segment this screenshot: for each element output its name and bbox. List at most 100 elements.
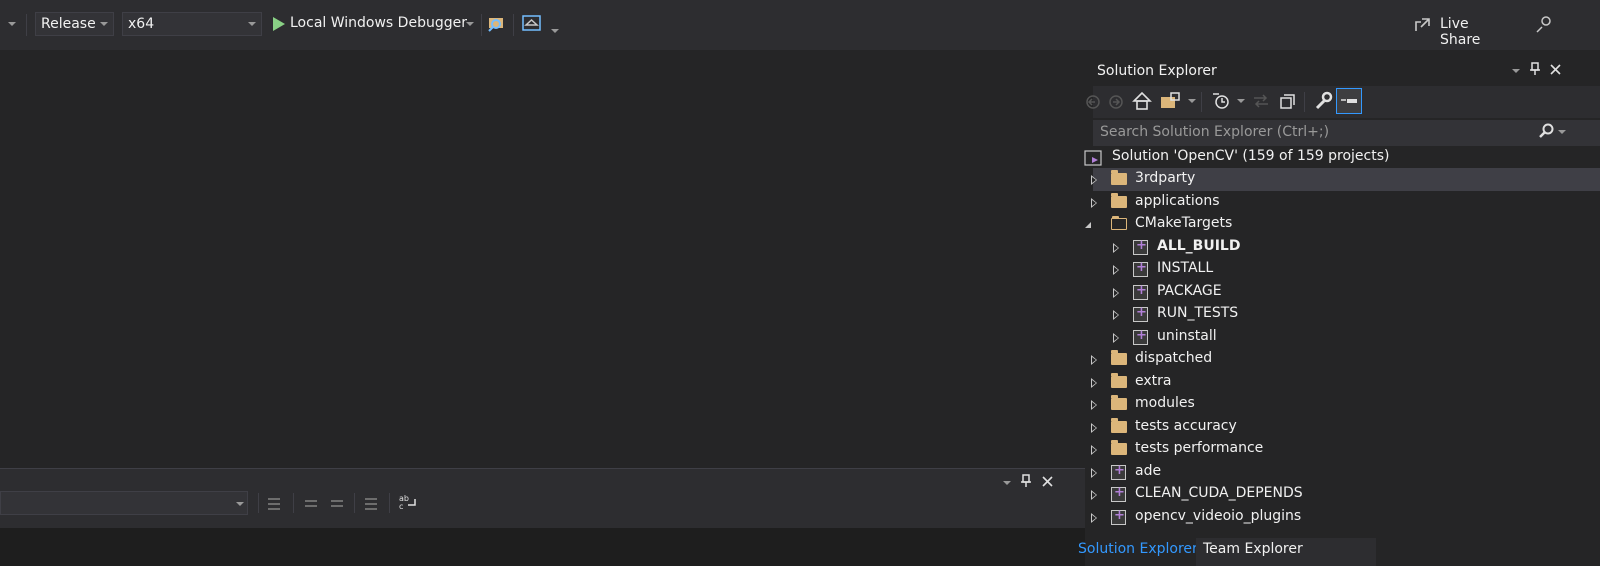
tree-item[interactable]: opencv_videoio_plugins: [1091, 506, 1600, 529]
tree-item-label: ALL_BUILD: [1157, 237, 1241, 254]
collapsed-arrow-icon[interactable]: [1091, 197, 1099, 208]
folder-icon: [1111, 417, 1127, 433]
collapsed-arrow-icon[interactable]: [1091, 490, 1099, 500]
word-wrap-icon[interactable]: abc: [398, 493, 418, 511]
collapse-all-icon[interactable]: [1279, 92, 1297, 110]
configuration-dropdown[interactable]: Release: [35, 12, 114, 36]
tree-item[interactable]: ALL_BUILD: [1093, 236, 1600, 259]
tree-item[interactable]: CLEAN_CUDA_DEPENDS: [1091, 483, 1600, 506]
sync-with-active-document-icon[interactable]: [1252, 92, 1270, 110]
close-icon[interactable]: [1042, 476, 1053, 487]
tree-item-label: PACKAGE: [1157, 282, 1222, 299]
editor-area: [0, 50, 1085, 468]
find-in-files-icon[interactable]: [488, 15, 506, 33]
home-icon[interactable]: [1132, 91, 1152, 111]
switch-views-icon[interactable]: [1159, 91, 1181, 111]
solution-explorer-toolbar: [1086, 86, 1600, 118]
tree-item[interactable]: INSTALL: [1093, 258, 1600, 281]
expanded-arrow-icon[interactable]: [1085, 222, 1091, 228]
chevron-down-icon: [466, 22, 474, 26]
browser-home-icon[interactable]: [522, 15, 542, 33]
tree-item[interactable]: ade: [1091, 461, 1600, 484]
preview-selected-items-button[interactable]: [1336, 88, 1362, 114]
previous-message-icon[interactable]: [303, 495, 319, 511]
collapsed-arrow-icon[interactable]: [1113, 332, 1121, 343]
tree-item-label: modules: [1135, 395, 1195, 411]
tree-item-label: tests accuracy: [1135, 417, 1237, 434]
tree-item[interactable]: PACKAGE: [1093, 281, 1600, 304]
tree-item-label: CMakeTargets: [1135, 215, 1233, 231]
tree-item[interactable]: dispatched: [1091, 348, 1600, 371]
tab-team-explorer[interactable]: Team Explorer: [1203, 541, 1303, 557]
collapsed-arrow-icon[interactable]: [1113, 265, 1121, 275]
tree-item[interactable]: tests accuracy: [1091, 416, 1600, 439]
toolbar-separator: [258, 493, 259, 513]
tree-item-label: applications: [1135, 192, 1220, 209]
tree-item[interactable]: tests performance: [1091, 438, 1600, 461]
collapsed-arrow-icon[interactable]: [1091, 445, 1099, 455]
collapsed-arrow-icon[interactable]: [1091, 467, 1099, 478]
tree-item-label: 3rdparty: [1135, 170, 1196, 186]
output-content: [0, 528, 1085, 566]
chevron-down-icon[interactable]: [551, 29, 559, 33]
next-message-icon[interactable]: [329, 495, 345, 511]
chevron-down-icon[interactable]: [1188, 99, 1196, 103]
project-icon: [1133, 305, 1148, 322]
panel-menu-chevron-icon[interactable]: [1512, 69, 1520, 73]
collapsed-arrow-icon[interactable]: [1091, 512, 1099, 523]
tab-solution-explorer[interactable]: Solution Explorer: [1078, 541, 1198, 557]
collapsed-arrow-icon[interactable]: [1091, 175, 1099, 185]
tree-item[interactable]: CMakeTargets: [1085, 213, 1600, 236]
share-icon: [1415, 18, 1430, 31]
collapsed-arrow-icon[interactable]: [1091, 422, 1099, 433]
tree-item[interactable]: extra: [1091, 371, 1600, 394]
pin-icon[interactable]: [1020, 474, 1032, 488]
start-debugging-button[interactable]: Local Windows Debugger: [268, 10, 478, 38]
toolbar-overflow-icon[interactable]: [8, 22, 16, 26]
live-share-button[interactable]: Live Share: [1414, 14, 1510, 48]
tree-item[interactable]: uninstall: [1093, 326, 1600, 349]
feedback-person-icon[interactable]: [1535, 15, 1553, 33]
play-icon: [273, 17, 285, 31]
toolbar-separator: [1304, 92, 1305, 112]
tree-item[interactable]: 3rdparty: [1091, 168, 1600, 191]
search-icon[interactable]: [1538, 123, 1554, 139]
search-options-chevron-icon[interactable]: [1558, 130, 1566, 134]
collapsed-arrow-icon[interactable]: [1113, 242, 1121, 253]
tree-item[interactable]: modules: [1091, 393, 1600, 416]
chevron-down-icon: [100, 22, 108, 26]
tree-item-label: tests performance: [1135, 440, 1264, 456]
back-icon[interactable]: [1085, 94, 1101, 110]
platform-dropdown[interactable]: x64: [122, 12, 262, 36]
find-message-icon[interactable]: [266, 495, 282, 511]
tree-item[interactable]: RUN_TESTS: [1093, 303, 1600, 326]
project-icon: [1133, 238, 1148, 255]
tree-item-label: dispatched: [1135, 350, 1213, 366]
clear-all-icon[interactable]: [363, 495, 379, 511]
live-share-label: Live Share: [1440, 16, 1481, 48]
collapsed-arrow-icon[interactable]: [1113, 310, 1121, 320]
collapsed-arrow-icon[interactable]: [1091, 355, 1099, 365]
panel-menu-chevron-icon[interactable]: [1003, 481, 1011, 485]
project-icon: [1111, 508, 1126, 525]
output-source-dropdown[interactable]: [0, 491, 248, 515]
tree-item-label: opencv_videoio_plugins: [1135, 507, 1302, 524]
pin-icon[interactable]: [1529, 62, 1541, 76]
pending-changes-filter-icon[interactable]: [1211, 91, 1231, 111]
properties-wrench-icon[interactable]: [1313, 91, 1333, 111]
tree-item-label: extra: [1135, 372, 1172, 389]
collapsed-arrow-icon[interactable]: [1091, 377, 1099, 388]
collapsed-arrow-icon[interactable]: [1091, 400, 1099, 410]
folder-open-icon: [1111, 216, 1127, 230]
tree-item[interactable]: applications: [1091, 191, 1600, 214]
debugger-label: Local Windows Debugger: [290, 15, 467, 31]
toolbar-separator: [293, 493, 294, 513]
close-icon[interactable]: [1550, 64, 1561, 75]
collapsed-arrow-icon[interactable]: [1113, 287, 1121, 298]
folder-icon: [1111, 372, 1127, 388]
chevron-down-icon[interactable]: [1237, 99, 1245, 103]
search-placeholder: Search Solution Explorer (Ctrl+;): [1100, 124, 1330, 140]
toolbar-separator: [1201, 92, 1202, 112]
forward-icon[interactable]: [1108, 94, 1124, 110]
solution-node[interactable]: Solution 'OpenCV' (159 of 159 projects): [1084, 146, 1600, 169]
